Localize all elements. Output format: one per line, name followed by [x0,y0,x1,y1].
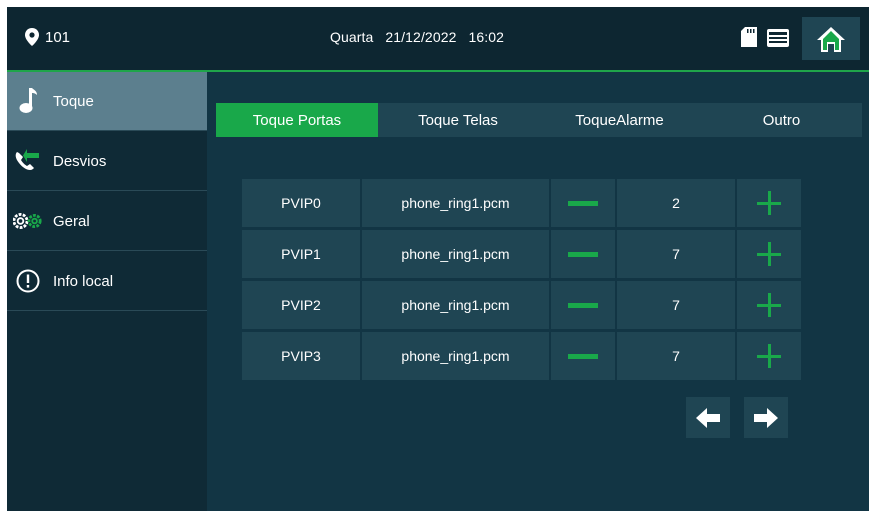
volume-decrease-button[interactable] [551,179,615,227]
sidebar-item-label: Toque [53,92,94,110]
prev-page-button[interactable] [686,397,730,438]
intercom-screen: 101 Quarta 21/12/2022 16:02 Toque Desvio… [7,7,869,511]
ringtone-file-button[interactable]: phone_ring1.pcm [362,179,549,227]
device-name: PVIP1 [242,230,360,278]
minus-icon [568,251,598,257]
sd-card-icon [741,27,757,47]
arrow-right-icon [754,407,778,428]
arrow-left-icon [696,407,720,428]
tab-label: ToqueAlarme [575,111,664,129]
volume-value: 7 [617,281,735,329]
location-pin-icon [25,28,39,46]
call-forward-icon [13,146,43,176]
ringtone-file-button[interactable]: phone_ring1.pcm [362,332,549,380]
plus-icon [757,191,781,215]
plus-icon [757,344,781,368]
device-name: PVIP3 [242,332,360,380]
minus-icon [568,302,598,308]
sidebar-item-label: Info local [53,272,114,290]
volume-increase-button[interactable] [737,281,801,329]
tab-toque-alarme[interactable]: ToqueAlarme [538,103,701,137]
weekday: Quarta [330,29,374,45]
plus-icon [757,293,781,317]
next-page-button[interactable] [744,397,788,438]
volume-increase-button[interactable] [737,179,801,227]
volume-decrease-button[interactable] [551,332,615,380]
home-icon [817,26,845,52]
volume-increase-button[interactable] [737,230,801,278]
device-name: PVIP0 [242,179,360,227]
minus-icon [568,353,598,359]
volume-decrease-button[interactable] [551,281,615,329]
sidebar-item-toque[interactable]: Toque [7,72,207,131]
content-panel: Toque Portas Toque Telas ToqueAlarme Out… [207,72,869,511]
volume-value: 7 [617,230,735,278]
sidebar-item-label: Geral [53,212,90,230]
storage-icon [767,29,789,47]
sidebar-item-label: Desvios [53,152,107,170]
plus-icon [757,242,781,266]
sidebar-item-info-local[interactable]: Info local [7,252,207,311]
volume-value: 7 [617,332,735,380]
tab-toque-portas[interactable]: Toque Portas [216,103,378,137]
minus-icon [568,200,598,206]
tab-label: Toque Portas [252,111,342,129]
date: 21/12/2022 [385,29,457,45]
info-icon [13,266,43,296]
tab-bar: Toque Portas Toque Telas ToqueAlarme Out… [216,103,862,137]
tab-toque-telas[interactable]: Toque Telas [378,103,538,137]
sidebar-item-geral[interactable]: Geral [7,192,207,251]
music-note-icon [13,86,43,116]
room-indicator: 101 [25,28,70,46]
sidebar-item-desvios[interactable]: Desvios [7,132,207,191]
tab-label: Outro [762,111,801,129]
sidebar: Toque Desvios Geral Info local [7,72,207,511]
volume-increase-button[interactable] [737,332,801,380]
ringtone-file-button[interactable]: phone_ring1.pcm [362,230,549,278]
home-button[interactable] [802,17,860,60]
tab-label: Toque Telas [418,111,498,129]
volume-decrease-button[interactable] [551,230,615,278]
tab-outro[interactable]: Outro [701,103,862,137]
date-time: Quarta 21/12/2022 16:02 [330,29,516,45]
volume-value: 2 [617,179,735,227]
time: 16:02 [468,29,505,45]
gears-icon [13,206,43,236]
ringtone-file-button[interactable]: phone_ring1.pcm [362,281,549,329]
device-name: PVIP2 [242,281,360,329]
room-number: 101 [45,28,71,46]
top-bar: 101 Quarta 21/12/2022 16:02 [7,7,869,70]
